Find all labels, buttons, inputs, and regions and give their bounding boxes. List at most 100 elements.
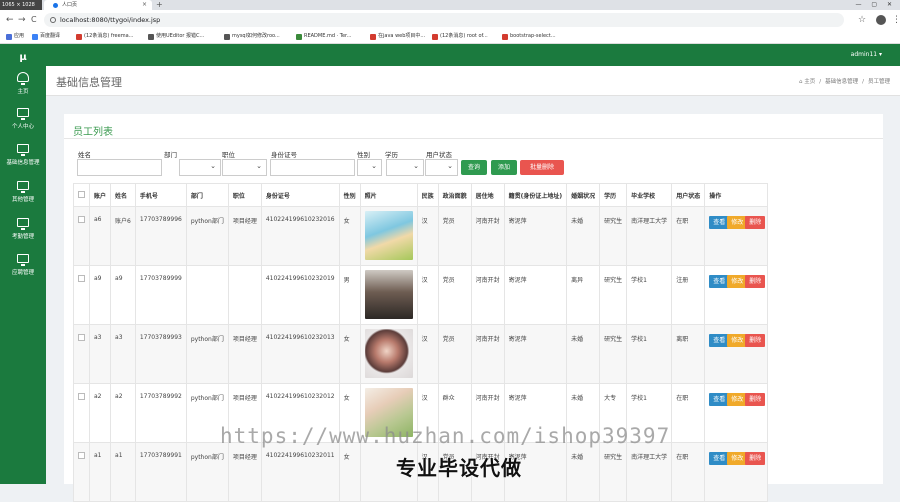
cell-ethnic: 汉 — [416, 265, 439, 325]
sidebar-item-5[interactable]: 应聘管理 — [0, 254, 46, 288]
idcard-filter-label: 身份证号 — [271, 151, 297, 159]
delete-button[interactable]: 删除 — [745, 393, 766, 406]
address-bar[interactable]: localhost:8080/ttygoi/index.jsp — [44, 13, 844, 27]
delete-button[interactable]: 删除 — [745, 216, 766, 229]
back-icon[interactable]: ← — [6, 10, 14, 30]
monitor-icon — [17, 144, 29, 156]
sidebar-item-0[interactable]: 主页 — [0, 72, 46, 106]
sidebar-item-2[interactable]: 基础信息管理 — [0, 144, 46, 178]
sidebar-item-3[interactable]: 其他管理 — [0, 181, 46, 215]
column-header: 照片 — [359, 183, 418, 207]
breadcrumb-item[interactable]: ⌂ 主页 — [799, 79, 815, 85]
delete-button[interactable]: 删除 — [745, 452, 766, 465]
row-checkbox[interactable] — [78, 275, 85, 282]
forward-icon[interactable]: → — [18, 10, 26, 30]
cell-native: 寄泥萍 — [503, 265, 568, 325]
tab-close-icon[interactable]: × — [142, 0, 147, 10]
edit-button[interactable]: 修改 — [727, 393, 748, 406]
bookmark-item[interactable]: (12条消息) freema... — [76, 30, 133, 43]
bookmark-favicon-icon — [148, 34, 154, 40]
browser-chrome: 1065 × 1028 人口页 × + — ▢ ✕ ← → C localhos… — [0, 0, 900, 44]
row-checkbox[interactable] — [78, 334, 85, 341]
add-button[interactable]: 添加 — [491, 160, 517, 175]
edit-button[interactable]: 修改 — [727, 452, 748, 465]
url-text: localhost:8080/ttygoi/index.jsp — [60, 16, 161, 24]
cell-status: 在职 — [671, 442, 706, 502]
bookmark-item[interactable]: (12条消息) root of... — [432, 30, 488, 43]
bookmark-item[interactable]: bootstrap-select... — [502, 30, 556, 43]
cell-status: 在职 — [671, 206, 706, 266]
cell-position: 项目经理 — [227, 442, 262, 502]
gender-select[interactable] — [357, 159, 382, 176]
column-header: 手机号 — [134, 183, 187, 207]
bookmark-star-icon[interactable]: ☆ — [858, 10, 866, 30]
browser-menu-icon[interactable]: ⋮ — [892, 10, 900, 30]
name-input[interactable] — [77, 159, 162, 176]
bookmark-label: (12条消息) root of... — [440, 33, 488, 39]
dept-filter-label: 部门 — [164, 151, 177, 159]
photo-cell — [359, 206, 418, 266]
dept-select[interactable] — [179, 159, 221, 176]
cell-political: 党员 — [437, 324, 472, 384]
sidebar-item-4[interactable]: 考勤管理 — [0, 218, 46, 252]
cell-idcard: 410224199610232013 — [260, 324, 340, 384]
view-button[interactable]: 查看 — [709, 452, 730, 465]
edit-button[interactable]: 修改 — [727, 275, 748, 288]
cell-residence: 河南开封 — [470, 324, 505, 384]
education-select[interactable] — [386, 159, 424, 176]
row-checkbox[interactable] — [78, 452, 85, 459]
bookmark-favicon-icon — [32, 34, 38, 40]
row-checkbox[interactable] — [78, 393, 85, 400]
tab-strip: 1065 × 1028 人口页 × + — ▢ ✕ — [0, 0, 900, 10]
profile-avatar-icon[interactable] — [876, 15, 886, 25]
column-header: 婚姻状况 — [566, 183, 601, 207]
bookmark-item[interactable]: mysql如何修改roo... — [224, 30, 280, 43]
select-all-checkbox[interactable] — [78, 190, 85, 198]
bookmark-item[interactable]: README.md · Ter... — [296, 30, 351, 43]
status-select[interactable] — [425, 159, 458, 176]
view-button[interactable]: 查看 — [709, 393, 730, 406]
browser-tab[interactable]: 人口页 × — [44, 0, 152, 10]
cell-phone: 17703789993 — [134, 324, 187, 384]
idcard-input[interactable] — [270, 159, 355, 176]
bookmark-item[interactable]: 应用 — [6, 30, 24, 43]
bookmark-item[interactable]: 百度翻译 — [32, 30, 60, 43]
dashboard-icon — [17, 72, 29, 85]
edit-button[interactable]: 修改 — [727, 216, 748, 229]
position-filter-label: 职位 — [222, 151, 235, 159]
cell-residence: 河南开封 — [470, 206, 505, 266]
bookmark-item[interactable]: 在java web项目中... — [370, 30, 425, 43]
bookmark-item[interactable]: 使用UEditor 报错C... — [148, 30, 204, 43]
sidebar-item-1[interactable]: 个人中心 — [0, 108, 46, 142]
cell-ethnic: 汉 — [416, 324, 439, 384]
site-info-icon[interactable] — [50, 17, 56, 23]
row-checkbox[interactable] — [78, 216, 85, 223]
bookmarks-bar: 应用 百度翻译 (12条消息) freema... 使用UEditor 报错C... m… — [0, 30, 900, 44]
new-tab-button[interactable]: + — [156, 0, 163, 10]
breadcrumb-separator: / — [862, 79, 864, 85]
view-button[interactable]: 查看 — [709, 216, 730, 229]
view-button[interactable]: 查看 — [709, 275, 730, 288]
position-select[interactable] — [222, 159, 267, 176]
actions-cell: 查看 修改 删除 — [704, 383, 769, 443]
bookmark-label: 百度翻译 — [40, 33, 61, 39]
cell-position: 项目经理 — [227, 206, 262, 266]
table-row: a3 a3 17703789993 python部门 项目经理 4102241996102… — [73, 324, 769, 384]
search-button[interactable]: 查询 — [461, 160, 487, 175]
batch-delete-button[interactable]: 批量删除 — [520, 160, 564, 175]
actions-cell: 查看 修改 删除 — [704, 442, 769, 502]
cell-dept: python部门 — [185, 442, 229, 502]
user-menu[interactable]: admin11 ▾ — [851, 44, 882, 66]
delete-button[interactable]: 删除 — [745, 275, 766, 288]
cell-school: 南洋理工大学 — [626, 442, 673, 502]
edit-button[interactable]: 修改 — [727, 334, 748, 347]
reload-icon[interactable]: C — [31, 10, 37, 30]
tab-favicon-icon — [53, 3, 58, 8]
view-button[interactable]: 查看 — [709, 334, 730, 347]
window-controls[interactable]: — ▢ ✕ — [855, 0, 896, 10]
column-header: 账户 — [88, 183, 112, 207]
actions-cell: 查看 修改 删除 — [704, 206, 769, 266]
bookmark-label: README.md · Ter... — [304, 33, 352, 39]
delete-button[interactable]: 删除 — [745, 334, 766, 347]
breadcrumb-item[interactable]: 基础信息管理 — [825, 79, 858, 85]
